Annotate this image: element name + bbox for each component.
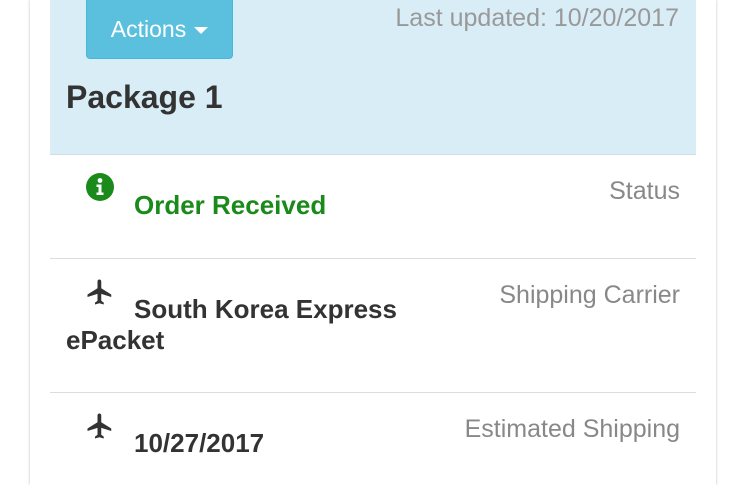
estimated-shipping-value: 10/27/2017 <box>134 428 265 458</box>
package-title: Package 1 <box>66 79 223 115</box>
shipping-carrier-value: South Korea Express ePacket <box>66 294 397 355</box>
package-card: Actions Last updated: 10/20/2017 Package… <box>30 0 716 485</box>
last-updated-text: Last updated: 10/20/2017 <box>395 4 679 32</box>
status-row: Order Received Status <box>50 155 696 259</box>
estimated-shipping-row: 10/27/2017 Estimated Shipping <box>50 393 696 485</box>
shipping-carrier-label: Shipping Carrier <box>499 281 680 309</box>
caret-down-icon <box>194 27 209 34</box>
actions-button-label: Actions <box>110 15 187 42</box>
status-label: Status <box>609 177 680 205</box>
actions-dropdown-button[interactable]: Actions <box>86 0 233 59</box>
shipping-carrier-row: South Korea Express ePacket Shipping Car… <box>50 259 696 393</box>
status-value: Order Received <box>134 190 327 220</box>
package-header: Actions Last updated: 10/20/2017 Package… <box>50 0 696 155</box>
estimated-shipping-label: Estimated Shipping <box>464 415 680 443</box>
